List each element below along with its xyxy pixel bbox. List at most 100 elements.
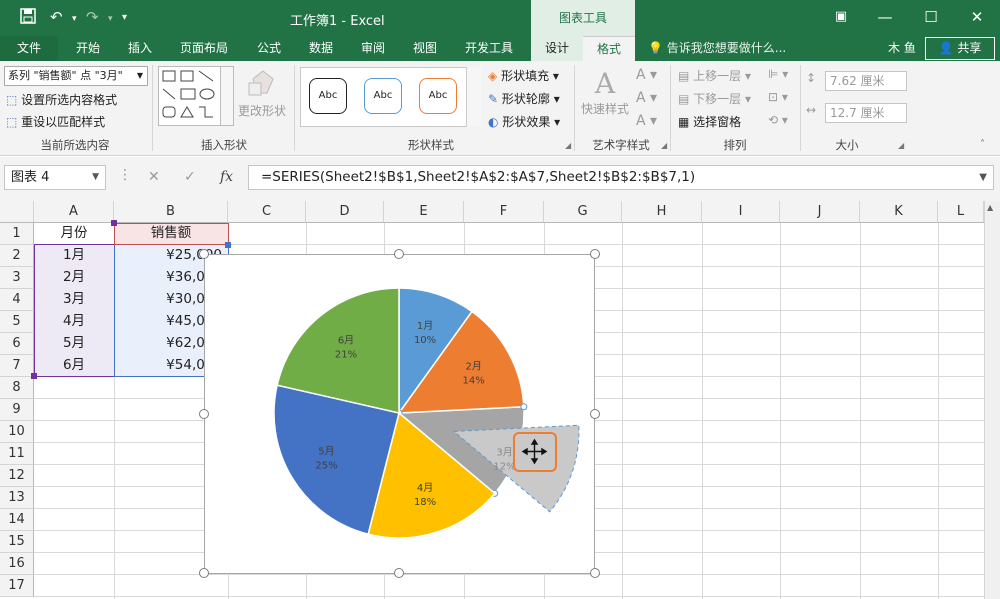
row-header-10[interactable]: 10 xyxy=(0,421,34,443)
worksheet-grid[interactable]: A B C D E F G H I J K L 1 2 3 4 5 6 7 8 … xyxy=(0,201,1000,599)
tab-insert[interactable]: 插入 xyxy=(116,36,164,61)
chart-resize-handle[interactable] xyxy=(199,249,209,259)
row-header-17[interactable]: 17 xyxy=(0,575,34,597)
pie-chart[interactable]: 1月 10% 2月 14% 3月 12% 4月 18% 5月 25% 6月 21% xyxy=(204,254,595,574)
row-header-12[interactable]: 12 xyxy=(0,465,34,487)
row-header-6[interactable]: 6 xyxy=(0,333,34,355)
align-icon[interactable]: ⊫ ▾ xyxy=(768,67,788,81)
insert-function-icon[interactable]: fx xyxy=(220,169,233,185)
chart-resize-handle[interactable] xyxy=(394,568,404,578)
pie-chart-plot[interactable]: 1月10%2月14%3月12%4月18%5月25%6月21% xyxy=(205,255,596,575)
rotate-icon[interactable]: ⟲ ▾ xyxy=(768,113,788,127)
tab-view[interactable]: 视图 xyxy=(402,36,448,61)
format-selection-button[interactable]: ⬚ 设置所选内容格式 xyxy=(6,91,117,108)
text-outline-icon[interactable]: A ▾ xyxy=(636,90,657,106)
row-header-15[interactable]: 15 xyxy=(0,531,34,553)
row-header-4[interactable]: 4 xyxy=(0,289,34,311)
dialog-launcher-icon[interactable]: ◢ xyxy=(565,141,571,150)
send-backward-button[interactable]: ▤ 下移一层 ▾ xyxy=(678,90,751,107)
data-label-percent[interactable]: 25% xyxy=(315,460,337,471)
slice-selection-handle[interactable] xyxy=(520,403,528,411)
column-header-b[interactable]: B xyxy=(114,201,228,223)
undo-dropdown-icon[interactable]: ▾ xyxy=(72,14,77,24)
data-label-category[interactable]: 6月 xyxy=(338,335,354,347)
row-header-11[interactable]: 11 xyxy=(0,443,34,465)
shape-style-gallery-scroll[interactable] xyxy=(466,67,481,127)
row-header-8[interactable]: 8 xyxy=(0,377,34,399)
name-box[interactable]: 图表 4 ▼ xyxy=(4,165,106,190)
data-label-percent[interactable]: 21% xyxy=(335,350,357,361)
scroll-up-icon[interactable]: ▲ xyxy=(987,203,993,212)
chart-resize-handle[interactable] xyxy=(199,568,209,578)
shape-width-input[interactable]: 12.7 厘米 xyxy=(825,103,907,123)
row-header-2[interactable]: 2 xyxy=(0,245,34,267)
tab-format[interactable]: 格式 xyxy=(583,36,635,61)
row-header-13[interactable]: 13 xyxy=(0,487,34,509)
shape-height-input[interactable]: 7.62 厘米 xyxy=(825,71,907,91)
chart-resize-handle[interactable] xyxy=(590,409,600,419)
range-resize-handle[interactable] xyxy=(31,373,37,379)
column-header-e[interactable]: E xyxy=(384,201,464,223)
collapse-ribbon-icon[interactable]: ˄ xyxy=(980,139,985,150)
undo-icon[interactable]: ↶ xyxy=(50,8,63,26)
chart-resize-handle[interactable] xyxy=(590,249,600,259)
ribbon-display-options-icon[interactable]: ▣ xyxy=(826,6,856,28)
column-header-c[interactable]: C xyxy=(228,201,306,223)
data-label-category[interactable]: 5月 xyxy=(318,445,334,457)
tab-design[interactable]: 设计 xyxy=(531,36,583,61)
range-resize-handle[interactable] xyxy=(111,220,117,226)
tab-home[interactable]: 开始 xyxy=(64,36,112,61)
redo-dropdown-icon[interactable]: ▾ xyxy=(108,14,113,24)
row-header-14[interactable]: 14 xyxy=(0,509,34,531)
reset-to-match-style-button[interactable]: ⬚ 重设以匹配样式 xyxy=(6,113,105,130)
style-swatch-orange[interactable]: Abc xyxy=(419,78,457,114)
dialog-launcher-icon[interactable]: ◢ xyxy=(661,141,667,150)
tab-developer[interactable]: 开发工具 xyxy=(456,36,522,61)
tab-file[interactable]: 文件 xyxy=(0,36,58,61)
formula-input[interactable]: =SERIES(Sheet2!$B$1,Sheet2!$A$2:$A$7,She… xyxy=(248,165,994,190)
text-fill-icon[interactable]: A ▾ xyxy=(636,67,657,83)
row-header-16[interactable]: 16 xyxy=(0,553,34,575)
column-header-d[interactable]: D xyxy=(306,201,384,223)
data-label-percent[interactable]: 10% xyxy=(414,335,436,346)
chart-element-selector[interactable]: 系列 "销售额" 点 "3月" ▼ xyxy=(4,66,148,86)
shape-outline-button[interactable]: ✎ 形状轮廓 ▾ xyxy=(488,90,560,107)
quick-styles-button[interactable]: A 快速样式 xyxy=(580,67,630,117)
shape-fill-button[interactable]: ◈ 形状填充 ▾ xyxy=(488,67,559,84)
column-header-g[interactable]: G xyxy=(544,201,622,223)
change-shape-button[interactable]: 更改形状 xyxy=(238,67,286,119)
data-label-category[interactable]: 4月 xyxy=(417,482,433,494)
close-button[interactable]: ✕ xyxy=(962,6,992,28)
style-swatch-dark[interactable]: Abc xyxy=(309,78,347,114)
column-header-i[interactable]: I xyxy=(702,201,780,223)
row-header-7[interactable]: 7 xyxy=(0,355,34,377)
column-header-a[interactable]: A xyxy=(34,201,114,223)
tab-formulas[interactable]: 公式 xyxy=(246,36,292,61)
shape-style-gallery[interactable]: Abc Abc Abc xyxy=(300,67,481,127)
dialog-launcher-icon[interactable]: ◢ xyxy=(898,141,904,150)
chart-resize-handle[interactable] xyxy=(199,409,209,419)
redo-icon[interactable]: ↷ xyxy=(86,8,99,26)
style-swatch-blue[interactable]: Abc xyxy=(364,78,402,114)
column-header-f[interactable]: F xyxy=(464,201,544,223)
tab-data[interactable]: 数据 xyxy=(298,36,344,61)
user-name[interactable]: 木 鱼 xyxy=(888,36,916,61)
tab-page-layout[interactable]: 页面布局 xyxy=(172,36,236,61)
select-all-corner[interactable] xyxy=(0,201,34,223)
tab-review[interactable]: 审阅 xyxy=(350,36,396,61)
shape-effects-button[interactable]: ◐ 形状效果 ▾ xyxy=(488,113,560,130)
vertical-scrollbar[interactable]: ▲ xyxy=(984,201,1000,599)
column-header-h[interactable]: H xyxy=(622,201,702,223)
row-header-3[interactable]: 3 xyxy=(0,267,34,289)
save-icon[interactable] xyxy=(20,8,36,28)
data-label-percent[interactable]: 18% xyxy=(414,497,436,508)
tell-me-search[interactable]: 💡 告诉我您想要做什么... xyxy=(648,36,786,61)
selection-pane-button[interactable]: ▦ 选择窗格 xyxy=(678,113,741,130)
cell-a1[interactable]: 月份 xyxy=(34,223,114,244)
column-header-j[interactable]: J xyxy=(780,201,860,223)
text-effects-icon[interactable]: A ▾ xyxy=(636,113,657,129)
data-label-category[interactable]: 3月 xyxy=(496,447,512,459)
cancel-icon[interactable]: ✕ xyxy=(148,169,160,185)
column-header-l[interactable]: L xyxy=(938,201,984,223)
minimize-button[interactable]: — xyxy=(870,6,900,28)
